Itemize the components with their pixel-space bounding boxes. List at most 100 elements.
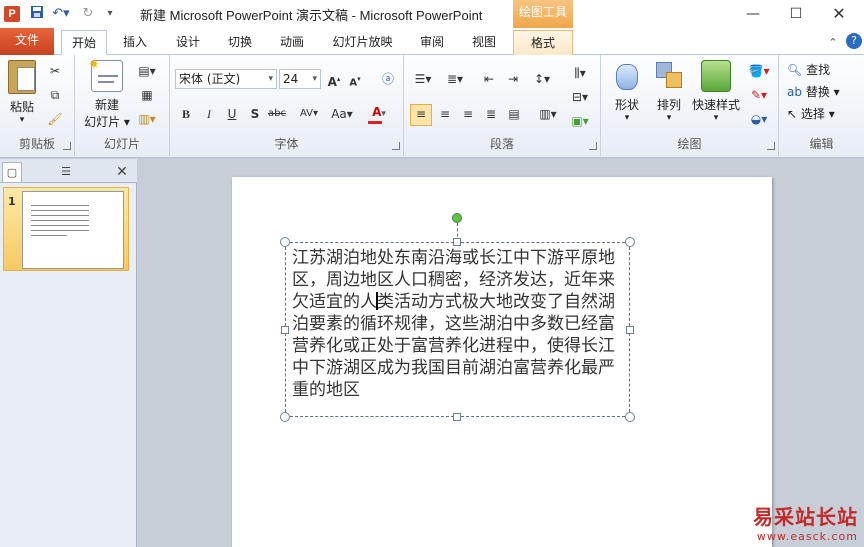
columns-icon[interactable]: ▥▾	[536, 105, 560, 123]
increase-indent-icon[interactable]: ⇥	[504, 70, 522, 88]
ribbon-tabs: 文件 开始 插入 设计 切换 动画 幻灯片放映 审阅 视图 格式 ⌃ ?	[0, 28, 864, 55]
align-text-icon[interactable]: ⊟▾	[568, 88, 592, 106]
clipboard-launcher-icon[interactable]	[63, 142, 71, 150]
tab-view[interactable]: 视图	[462, 30, 506, 55]
tab-file[interactable]: 文件	[0, 28, 54, 55]
slides-group-label: 幻灯片	[103, 137, 140, 151]
align-right-icon[interactable]: ≡	[459, 105, 477, 123]
font-color-icon[interactable]: A▾	[364, 103, 394, 121]
tab-home[interactable]: 开始	[61, 30, 107, 55]
replace-label: 替换	[805, 85, 830, 99]
align-center-icon[interactable]: ≡	[436, 105, 454, 123]
resize-handle-bottom-right[interactable]	[625, 412, 635, 422]
slide-thumbnail[interactable]	[22, 191, 124, 269]
layout-icon[interactable]: ▤▾	[138, 62, 156, 80]
align-left-icon[interactable]: ≡	[410, 104, 432, 126]
new-slide-button[interactable]: ✷ 新建 幻灯片 ▾	[81, 57, 133, 130]
slides-tab-icon[interactable]: ▢	[2, 162, 22, 182]
paragraph-launcher-icon[interactable]	[589, 142, 597, 150]
shadow-icon[interactable]: S	[246, 105, 264, 123]
shape-fill-icon[interactable]: 🪣▾	[745, 62, 773, 80]
tab-design[interactable]: 设计	[166, 30, 210, 55]
section-icon[interactable]: ▥▾	[138, 110, 156, 128]
bold-icon[interactable]: B	[177, 105, 195, 123]
close-button[interactable]: ✕	[822, 2, 856, 26]
outline-tab-icon[interactable]: ☰	[46, 162, 86, 182]
justify-icon[interactable]: ≣	[482, 105, 500, 123]
cut-icon[interactable]: ✂	[46, 62, 64, 80]
select-icon: ↖	[787, 107, 798, 121]
bullets-icon[interactable]: ☰▾	[412, 70, 434, 88]
paste-label: 粘贴	[9, 100, 34, 114]
replace-button[interactable]: ab 替换 ▾	[787, 83, 840, 100]
minimize-button[interactable]: —	[736, 2, 770, 26]
resize-handle-top-right[interactable]	[625, 237, 635, 247]
shape-outline-icon[interactable]: ✎▾	[745, 86, 773, 104]
resize-handle-top[interactable]	[453, 238, 461, 246]
tab-insert[interactable]: 插入	[113, 30, 157, 55]
rotation-handle[interactable]	[452, 213, 462, 223]
strikethrough-icon[interactable]: abc	[268, 105, 286, 123]
distributed-icon[interactable]: ▤	[505, 105, 523, 123]
resize-handle-left[interactable]	[281, 326, 289, 334]
collapse-ribbon-icon[interactable]: ⌃	[826, 30, 840, 55]
font-name-dropdown[interactable]: 宋体 (正文)	[175, 69, 277, 89]
drawing-group: 形状 ▾ 排列 ▾ 快速样式 ▾ 🪣▾ ✎▾ ◒▾ 绘图	[601, 55, 779, 156]
slide-body-text[interactable]: 江苏湖泊地处东南沿海或长江中下游平原地区，周边地区人口稠密，经济发达，近年来欠适…	[292, 247, 628, 401]
drawing-launcher-icon[interactable]	[767, 142, 775, 150]
shrink-font-icon[interactable]: A▾	[346, 70, 364, 88]
close-pane-icon[interactable]: ✕	[110, 162, 134, 182]
change-case-icon[interactable]: Aa▾	[328, 105, 356, 123]
resize-handle-bottom-left[interactable]	[280, 412, 290, 422]
tab-format[interactable]: 格式	[513, 30, 573, 55]
customize-quick-access-icon[interactable]: ▾	[103, 5, 117, 23]
paste-icon	[8, 60, 36, 94]
shape-effects-icon[interactable]: ◒▾	[745, 110, 773, 128]
find-label: 查找	[806, 63, 831, 77]
tab-slideshow[interactable]: 幻灯片放映	[325, 30, 400, 55]
font-launcher-icon[interactable]	[392, 142, 400, 150]
tab-transitions[interactable]: 切换	[218, 30, 262, 55]
copy-icon[interactable]: ⧉	[46, 86, 64, 104]
arrange-button[interactable]: 排列 ▾	[649, 60, 689, 123]
replace-icon: ab	[787, 85, 802, 99]
tab-review[interactable]: 审阅	[410, 30, 454, 55]
italic-icon[interactable]: I	[200, 105, 218, 123]
drawing-group-label: 绘图	[677, 137, 702, 151]
convert-smartart-icon[interactable]: ▣▾	[568, 112, 592, 130]
find-button[interactable]: 🔍︎ 查找	[787, 61, 830, 78]
editing-group-label: 编辑	[809, 137, 834, 151]
clear-formatting-icon[interactable]: ⓐ	[379, 70, 397, 88]
clipboard-group: 粘贴 ▾ ✂ ⧉ 🖌 剪贴板	[0, 55, 75, 156]
format-painter-icon[interactable]: 🖌	[46, 110, 64, 128]
text-direction-icon[interactable]: ⫼▾	[568, 64, 592, 82]
character-spacing-icon[interactable]: AV▾	[296, 105, 322, 123]
window-title: 新建 Microsoft PowerPoint 演示文稿 - Microsoft…	[140, 8, 483, 23]
select-button[interactable]: ↖ 选择 ▾	[787, 105, 835, 122]
new-slide-label-2: 幻灯片 ▾	[84, 115, 130, 129]
slide-number: 1	[8, 195, 16, 208]
shapes-button[interactable]: 形状 ▾	[607, 60, 647, 123]
paragraph-group-label: 段落	[489, 137, 514, 151]
powerpoint-logo-icon: P	[4, 6, 20, 22]
grow-font-icon[interactable]: A▴	[325, 70, 343, 89]
maximize-button[interactable]: ☐	[779, 2, 813, 26]
numbering-icon[interactable]: ≣▾	[444, 70, 466, 88]
tab-animations[interactable]: 动画	[270, 30, 314, 55]
reset-icon[interactable]: ▦	[138, 86, 156, 104]
paste-button[interactable]: 粘贴 ▾	[4, 60, 40, 125]
undo-icon[interactable]: ↶▾	[50, 5, 72, 23]
drawing-tools-context-label: 绘图工具	[513, 0, 573, 28]
resize-handle-bottom[interactable]	[453, 413, 461, 421]
underline-icon[interactable]: U	[223, 105, 241, 123]
line-spacing-icon[interactable]: ↕▾	[530, 70, 554, 88]
redo-icon[interactable]: ↻	[78, 5, 98, 23]
font-size-dropdown[interactable]: 24	[279, 69, 321, 89]
quick-styles-button[interactable]: 快速样式 ▾	[691, 60, 741, 123]
arrange-icon	[654, 60, 684, 92]
watermark-title: 易采站长站	[753, 505, 858, 529]
decrease-indent-icon[interactable]: ⇤	[480, 70, 498, 88]
save-icon[interactable]	[28, 5, 46, 23]
resize-handle-top-left[interactable]	[280, 237, 290, 247]
help-icon[interactable]: ?	[846, 33, 862, 49]
